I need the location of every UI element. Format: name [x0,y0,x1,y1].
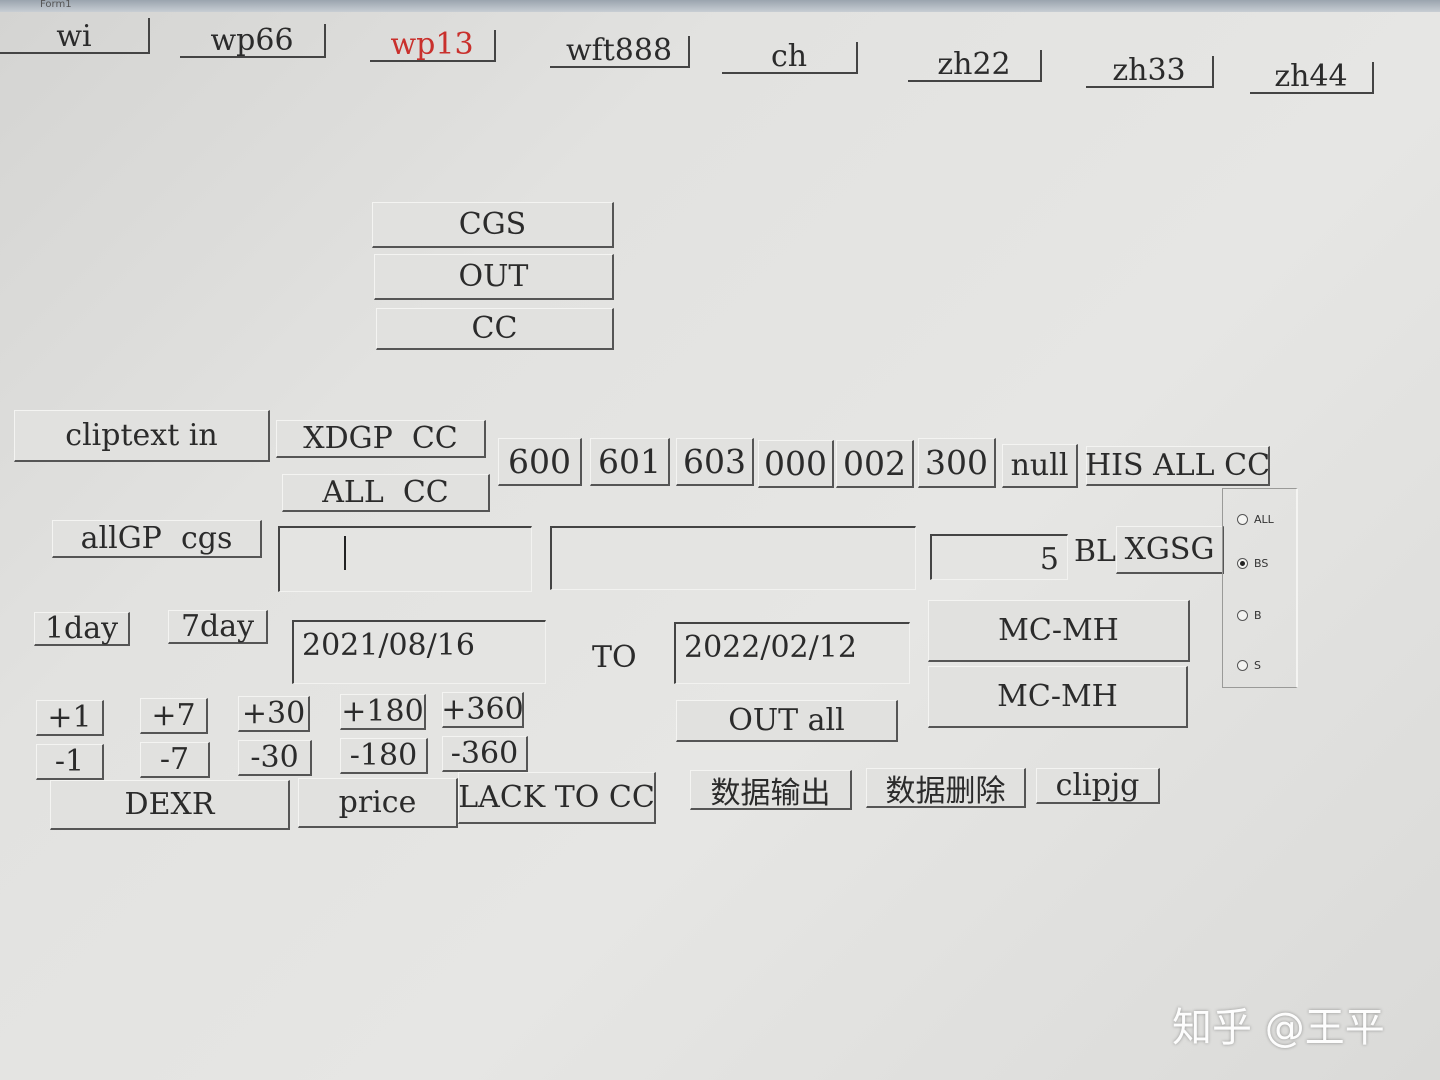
radio-s[interactable]: S [1237,659,1261,672]
bl-count-input[interactable]: 5 [930,534,1068,580]
code-button-000[interactable]: 000 [758,440,834,488]
minus-30-button[interactable]: -30 [238,740,312,776]
plus-360-button[interactable]: +360 [441,692,524,728]
clip-text-input[interactable] [278,526,532,592]
data-delete-button[interactable]: 数据删除 [866,768,1026,809]
plus-1-button[interactable]: +1 [36,700,104,736]
window-titlebar: Form1 [0,0,1440,12]
code-button-603[interactable]: 603 [676,438,754,486]
mode-radio-group: ALL BS B S [1222,488,1298,688]
radio-all[interactable]: ALL [1237,513,1274,526]
cgs-button[interactable]: CGS [372,202,614,248]
radio-b[interactable]: B [1237,609,1262,622]
radio-dot-bs-selected [1237,558,1248,569]
xgsg-button[interactable]: XGSG [1116,526,1224,574]
tab-wft888[interactable]: wft888 [550,36,690,68]
radio-dot-all [1237,514,1248,525]
allgp-cgs-button[interactable]: allGP cgs [52,520,262,558]
7day-button[interactable]: 7day [168,609,268,644]
clipjg-button[interactable]: clipjg [1036,768,1160,804]
to-label: TO [592,640,637,675]
minus-180-button[interactable]: -180 [340,738,428,774]
1day-button[interactable]: 1day [34,611,130,646]
out-button[interactable]: OUT [374,254,614,300]
plus-7-button[interactable]: +7 [140,698,208,734]
tab-zh33[interactable]: zh33 [1086,56,1214,88]
all-cc-button[interactable]: ALL CC [282,474,490,512]
start-date-input[interactable]: 2021/08/16 [292,620,546,684]
text-caret [344,536,346,570]
tab-zh22[interactable]: zh22 [908,50,1042,82]
mc-mh-bottom-button[interactable]: MC-MH [928,666,1188,728]
minus-360-button[interactable]: -360 [442,736,528,772]
code-list-input[interactable] [550,526,916,590]
tab-wp66[interactable]: wp66 [180,24,326,58]
minus-1-button[interactable]: -1 [36,744,104,780]
radio-dot-s [1237,660,1248,671]
bl-label: BL [1074,534,1116,569]
null-button[interactable]: null [1002,444,1078,488]
his-all-cc-button[interactable]: HIS ALL CC [1085,446,1270,486]
tab-wi[interactable]: wi [0,18,150,54]
code-button-600[interactable]: 600 [498,438,582,486]
window-title: Form1 [40,0,72,10]
cliptext-in-button[interactable]: cliptext in [14,410,270,462]
radio-bs[interactable]: BS [1237,557,1268,570]
minus-7-button[interactable]: -7 [140,742,210,778]
code-button-300[interactable]: 300 [918,438,996,488]
out-all-button[interactable]: OUT all [676,700,898,742]
cc-button[interactable]: CC [376,308,614,350]
plus-180-button[interactable]: +180 [340,694,426,730]
data-output-button[interactable]: 数据输出 [690,770,852,811]
mc-mh-top-button[interactable]: MC-MH [928,600,1190,662]
tab-ch[interactable]: ch [722,42,858,74]
plus-30-button[interactable]: +30 [238,696,310,732]
xdgp-cc-button[interactable]: XDGP CC [276,420,486,458]
radio-dot-b [1237,610,1248,621]
code-button-601[interactable]: 601 [590,438,670,486]
price-button[interactable]: price [298,778,458,828]
end-date-input[interactable]: 2022/02/12 [674,622,910,684]
lack-to-cc-button[interactable]: LACK TO CC [458,772,656,824]
watermark-text: 知乎 @王平 [1172,1005,1385,1051]
tab-wp13[interactable]: wp13 [370,30,496,62]
code-button-002[interactable]: 002 [836,440,914,488]
dexr-button[interactable]: DEXR [50,780,290,830]
tab-zh44[interactable]: zh44 [1250,62,1374,94]
